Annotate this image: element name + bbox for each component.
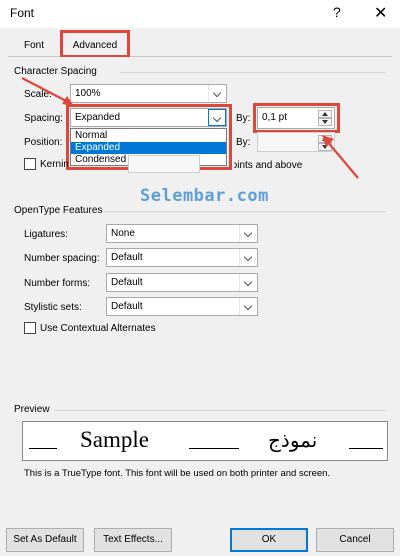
- window-title: Font: [10, 6, 35, 20]
- preview-note: This is a TrueType font. This font will …: [24, 468, 331, 479]
- character-spacing-title: Character Spacing: [14, 66, 97, 77]
- stylistic-sets-label: Stylistic sets:: [24, 302, 82, 313]
- set-as-default-button[interactable]: Set As Default: [6, 528, 84, 552]
- number-forms-combo[interactable]: Default: [106, 273, 258, 292]
- position-by-spinner[interactable]: [257, 132, 335, 152]
- spacing-by-label: By:: [236, 113, 251, 124]
- number-forms-value: Default: [111, 277, 143, 288]
- stylistic-sets-combo[interactable]: Default: [106, 297, 258, 316]
- ligatures-combo[interactable]: None: [106, 224, 258, 243]
- position-by-label: By:: [236, 137, 251, 148]
- scale-combo[interactable]: 100%: [70, 84, 227, 103]
- preview-sample-latin: Sample: [80, 427, 149, 452]
- preview-sample-arabic: نموذج: [268, 428, 318, 452]
- chevron-down-icon[interactable]: [239, 225, 257, 242]
- chevron-down-icon[interactable]: [239, 298, 257, 315]
- number-forms-label: Number forms:: [24, 278, 91, 289]
- number-spacing-combo[interactable]: Default: [106, 248, 258, 267]
- number-spacing-value: Default: [111, 252, 143, 263]
- ok-button[interactable]: OK: [230, 528, 308, 552]
- text-effects-button[interactable]: Text Effects...: [94, 528, 172, 552]
- watermark-text: Selembar.com: [140, 186, 269, 206]
- preview-divider: [54, 410, 386, 411]
- contextual-alternates-checkbox[interactable]: [24, 322, 36, 334]
- preview-box: [22, 421, 388, 461]
- cancel-button[interactable]: Cancel: [316, 528, 394, 552]
- chevron-down-icon[interactable]: [208, 85, 226, 102]
- number-spacing-label: Number spacing:: [24, 253, 100, 264]
- ligatures-label: Ligatures:: [24, 229, 68, 240]
- ligatures-value: None: [111, 228, 135, 239]
- chevron-down-icon[interactable]: [239, 249, 257, 266]
- kerning-size-input[interactable]: [128, 155, 200, 173]
- tab-font[interactable]: Font: [24, 40, 44, 51]
- opentype-title: OpenType Features: [14, 205, 103, 216]
- stylistic-sets-value: Default: [111, 301, 143, 312]
- scale-label: Scale:: [24, 89, 52, 100]
- tab-font-label: Font: [24, 40, 45, 51]
- chevron-down-icon[interactable]: [239, 274, 257, 291]
- highlight-by-spinner: [253, 103, 340, 133]
- kerning-checkbox[interactable]: [24, 158, 36, 170]
- scale-value: 100%: [75, 88, 101, 99]
- spacing-label: Spacing:: [24, 113, 63, 124]
- kerning-suffix: Points and above: [234, 160, 303, 171]
- spin-up-icon[interactable]: [318, 135, 332, 143]
- highlight-advanced-tab: [60, 30, 130, 58]
- character-spacing-divider: [120, 72, 386, 73]
- contextual-alternates-label: Use Contextual Alternates: [40, 323, 156, 334]
- position-label: Position:: [24, 137, 63, 148]
- close-icon[interactable]: ✕: [374, 3, 387, 23]
- opentype-divider: [103, 211, 386, 212]
- preview-title: Preview: [14, 404, 50, 415]
- kerning-label: Kerning for fonts:: [40, 159, 68, 170]
- spin-down-icon[interactable]: [318, 143, 332, 151]
- help-button[interactable]: ?: [333, 4, 341, 20]
